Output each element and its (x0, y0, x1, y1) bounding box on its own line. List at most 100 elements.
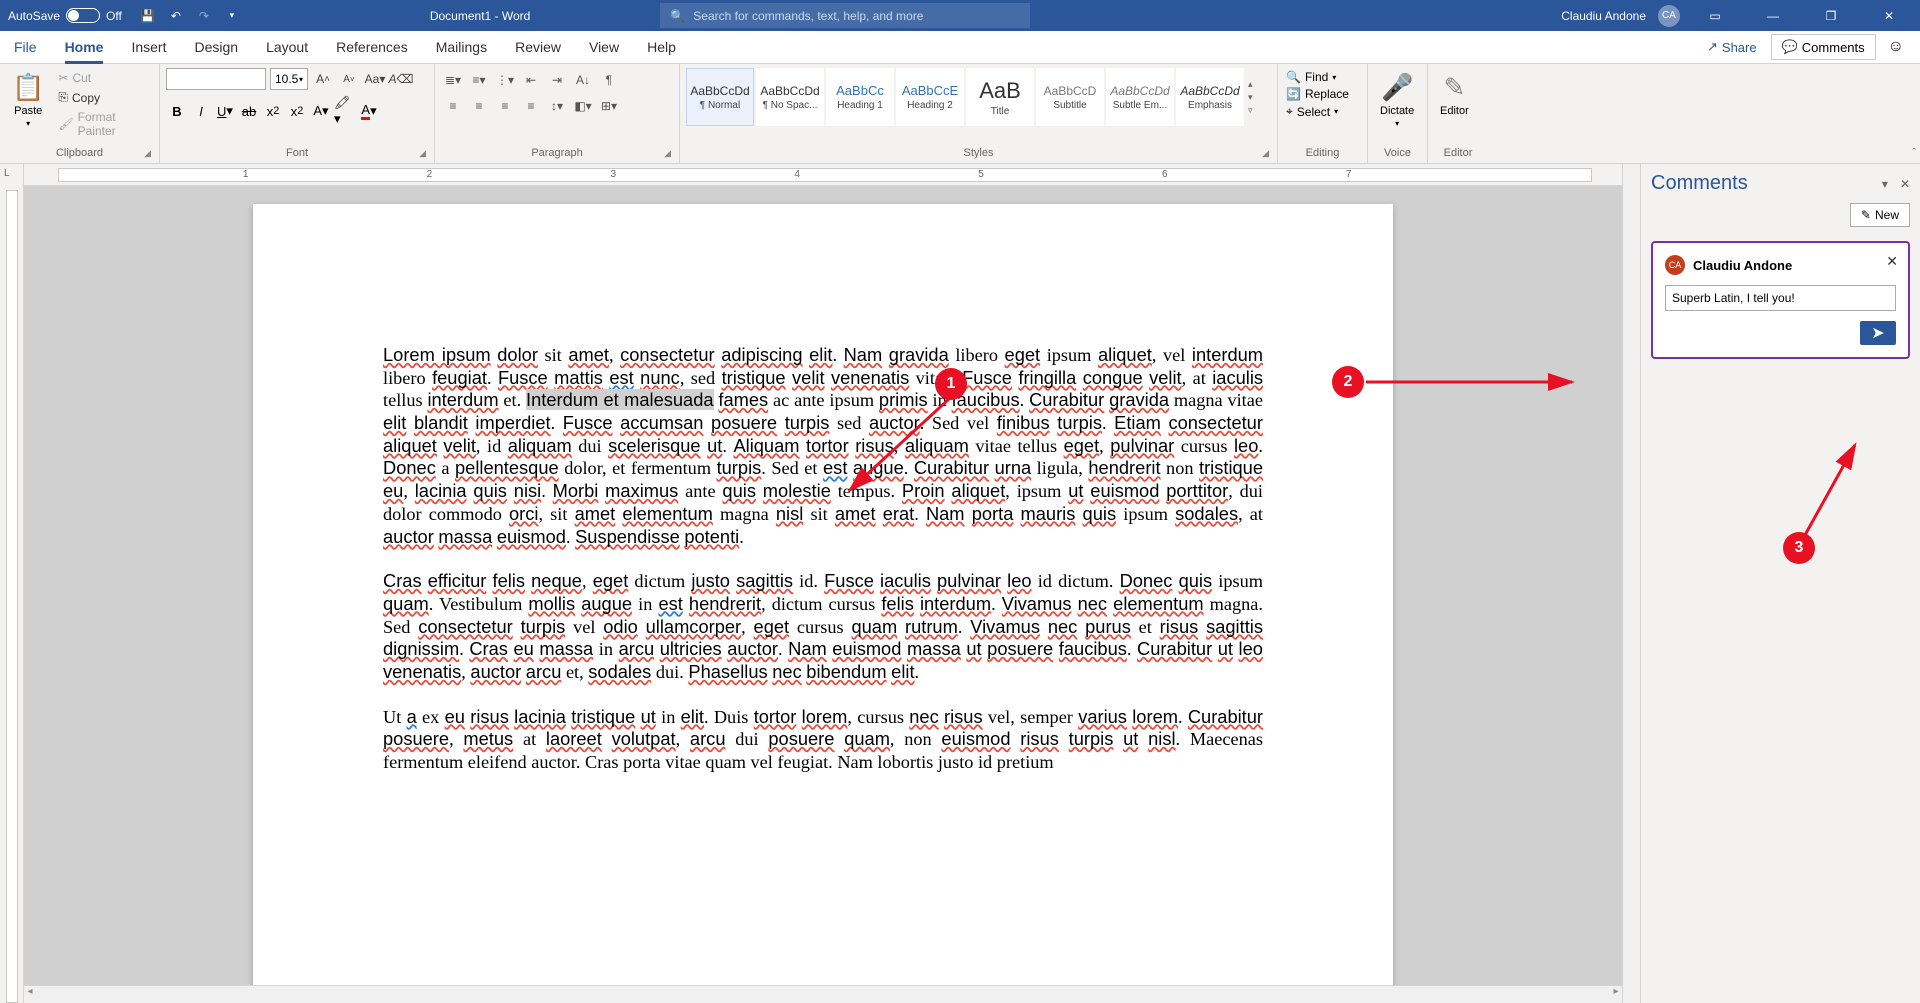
styles-more-icon[interactable]: ▴▾▿ (1246, 79, 1262, 116)
tab-layout[interactable]: Layout (252, 31, 322, 64)
launcher-icon[interactable]: ◢ (419, 148, 426, 159)
comment-text-input[interactable] (1665, 285, 1896, 311)
send-comment-button[interactable]: ➤ (1860, 321, 1896, 345)
style-normal[interactable]: AaBbCcDd¶ Normal (686, 68, 754, 126)
paragraph-3[interactable]: Ut a ex eu risus lacinia tristique ut in… (383, 706, 1263, 774)
multilevel-icon[interactable]: ⋮▾ (493, 73, 517, 87)
paste-button[interactable]: 📋 Paste ▾ (6, 68, 50, 132)
search-input[interactable]: 🔍 Search for commands, text, help, and m… (660, 3, 1030, 28)
launcher-icon[interactable]: ◢ (1262, 148, 1269, 159)
style-title[interactable]: AaBTitle (966, 68, 1034, 126)
justify-icon[interactable]: ≡ (519, 99, 543, 113)
styles-gallery[interactable]: AaBbCcDd¶ Normal AaBbCcDd¶ No Spac... Aa… (686, 68, 1262, 126)
sort-icon[interactable]: A↓ (571, 73, 595, 87)
new-comment-button[interactable]: ✎New (1850, 203, 1910, 227)
numbering-icon[interactable]: ≡▾ (467, 73, 491, 87)
comments-button[interactable]: 💬Comments (1771, 34, 1876, 60)
vertical-ruler[interactable]: L (0, 164, 24, 1003)
style-heading1[interactable]: AaBbCcHeading 1 (826, 68, 894, 126)
increase-indent-icon[interactable]: ⇥ (545, 73, 569, 87)
paragraph-2[interactable]: Cras efficitur felis neque, eget dictum … (383, 570, 1263, 683)
editor-icon: ✎ (1443, 72, 1465, 103)
tab-review[interactable]: Review (501, 31, 575, 64)
align-right-icon[interactable]: ≡ (493, 99, 517, 113)
grow-font-icon[interactable]: A˄ (312, 68, 334, 90)
format-painter-button[interactable]: 🖌Format Painter (54, 109, 153, 139)
style-nospacing[interactable]: AaBbCcDd¶ No Spac... (756, 68, 824, 126)
minimize-icon[interactable]: — (1750, 0, 1796, 31)
tab-references[interactable]: References (322, 31, 422, 64)
font-color-icon[interactable]: A▾ (358, 100, 380, 122)
vertical-scrollbar[interactable] (1622, 164, 1640, 1003)
comment-close-icon[interactable]: ✕ (1886, 253, 1898, 270)
pane-close-icon[interactable]: ✕ (1900, 177, 1910, 191)
group-label-voice: Voice (1374, 145, 1421, 161)
launcher-icon[interactable]: ◢ (664, 148, 671, 159)
collapse-ribbon-icon[interactable]: ˆ (1912, 147, 1916, 159)
show-marks-icon[interactable]: ¶ (597, 73, 621, 87)
clear-formatting-icon[interactable]: A⌫ (390, 68, 412, 90)
bold-button[interactable]: B (166, 100, 188, 122)
undo-icon[interactable]: ↶ (168, 8, 184, 24)
horizontal-scrollbar[interactable]: ◂ ▸ (24, 985, 1622, 1003)
tab-help[interactable]: Help (633, 31, 690, 64)
style-emphasis[interactable]: AaBbCcDdEmphasis (1176, 68, 1244, 126)
save-icon[interactable]: 💾 (140, 8, 156, 24)
replace-icon: 🔄 (1286, 87, 1301, 101)
font-size-input[interactable]: 10.5▾ (270, 68, 308, 90)
close-icon[interactable]: ✕ (1866, 0, 1912, 31)
tab-file[interactable]: File (0, 31, 51, 64)
document-canvas[interactable]: Lorem ipsum dolor sit amet, consectetur … (24, 186, 1622, 985)
align-left-icon[interactable]: ≡ (441, 99, 465, 113)
editor-button[interactable]: ✎Editor (1434, 68, 1475, 121)
style-subtitle[interactable]: AaBbCcDSubtitle (1036, 68, 1104, 126)
shading-icon[interactable]: ◧▾ (571, 99, 595, 113)
tab-design[interactable]: Design (180, 31, 252, 64)
cut-button[interactable]: ✂Cut (54, 70, 153, 86)
autosave-label: AutoSave (8, 9, 60, 23)
font-name-input[interactable] (166, 68, 266, 90)
bullets-icon[interactable]: ≣▾ (441, 73, 465, 87)
borders-icon[interactable]: ⊞▾ (597, 99, 621, 113)
feedback-icon[interactable]: ☺ (1880, 38, 1912, 56)
tab-mailings[interactable]: Mailings (422, 31, 501, 64)
ribbon-display-icon[interactable]: ▭ (1692, 0, 1738, 31)
share-button[interactable]: ↗Share (1697, 35, 1767, 59)
tab-insert[interactable]: Insert (117, 31, 180, 64)
line-spacing-icon[interactable]: ↕▾ (545, 99, 569, 113)
autosave-toggle[interactable]: AutoSave Off (0, 8, 130, 23)
select-button[interactable]: ⌖Select▾ (1286, 104, 1349, 119)
text-effects-icon[interactable]: A▾ (310, 100, 332, 122)
change-case-icon[interactable]: Aa▾ (364, 68, 386, 90)
style-heading2[interactable]: AaBbCcEHeading 2 (896, 68, 964, 126)
strikethrough-button[interactable]: ab (238, 100, 260, 122)
tab-view[interactable]: View (575, 31, 633, 64)
group-label-styles: Styles◢ (686, 145, 1271, 161)
horizontal-ruler[interactable]: 1 2 3 4 5 6 7 (24, 164, 1622, 186)
decrease-indent-icon[interactable]: ⇤ (519, 73, 543, 87)
subscript-button[interactable]: x2 (262, 100, 284, 122)
dictate-button[interactable]: 🎤Dictate▾ (1374, 68, 1420, 132)
page[interactable]: Lorem ipsum dolor sit amet, consectetur … (253, 204, 1393, 985)
superscript-button[interactable]: x2 (286, 100, 308, 122)
align-center-icon[interactable]: ≡ (467, 99, 491, 113)
italic-button[interactable]: I (190, 100, 212, 122)
find-button[interactable]: 🔍Find▾ (1286, 70, 1349, 84)
underline-button[interactable]: U▾ (214, 100, 236, 122)
replace-button[interactable]: 🔄Replace (1286, 87, 1349, 101)
send-icon: ➤ (1871, 323, 1884, 343)
copy-button[interactable]: ⎘Copy (54, 89, 153, 106)
group-label-clipboard: Clipboard◢ (6, 145, 153, 161)
style-subtleem[interactable]: AaBbCcDdSubtle Em... (1106, 68, 1174, 126)
maximize-icon[interactable]: ❐ (1808, 0, 1854, 31)
redo-icon[interactable]: ↷ (196, 8, 212, 24)
launcher-icon[interactable]: ◢ (144, 148, 151, 159)
paragraph-1[interactable]: Lorem ipsum dolor sit amet, consectetur … (383, 344, 1263, 548)
user-name[interactable]: Claudiu Andone (1561, 9, 1646, 23)
qat-customize-icon[interactable]: ▾ (224, 8, 240, 24)
tab-home[interactable]: Home (51, 31, 118, 64)
shrink-font-icon[interactable]: A˅ (338, 68, 360, 90)
highlight-icon[interactable]: 🖍▾ (334, 100, 356, 122)
pane-options-icon[interactable]: ▾ (1882, 177, 1888, 191)
user-avatar[interactable]: CA (1658, 5, 1680, 27)
